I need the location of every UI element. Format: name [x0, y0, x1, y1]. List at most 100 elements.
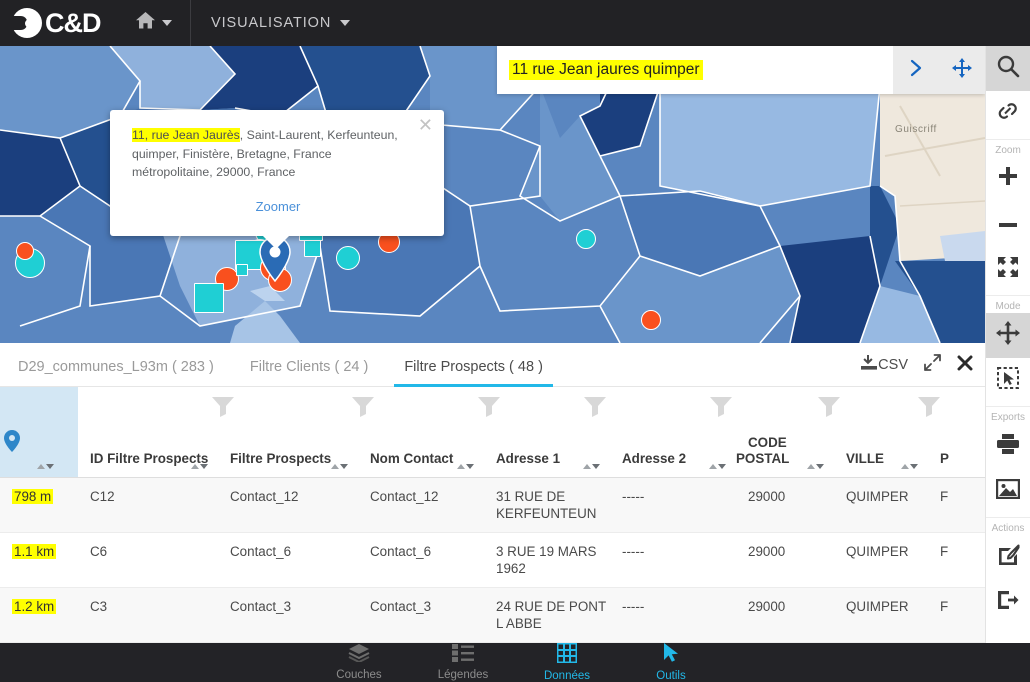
cell-adresse1: 3 RUE 19 MARS 1962 — [484, 532, 610, 588]
zoom-out-icon — [997, 216, 1019, 234]
popup-zoom-link[interactable]: Zoomer — [132, 199, 424, 214]
search-input[interactable]: 11 rue Jean jaures quimper — [497, 46, 893, 94]
csv-export-button[interactable]: CSV — [860, 354, 908, 376]
sort-toggle[interactable] — [191, 463, 208, 469]
app-logo[interactable]: C&D — [0, 8, 118, 38]
bottom-nav-legendes[interactable]: Légendes — [428, 644, 498, 681]
layers-icon — [348, 644, 370, 667]
csv-export-icon — [860, 354, 878, 376]
close-icon[interactable]: ✕ — [418, 116, 433, 134]
map-popup[interactable]: ✕ 11, rue Jean Jaurès, Saint-Laurent, Ke… — [110, 110, 444, 249]
column-code-postal[interactable]: CODE POSTAL — [736, 387, 840, 478]
sort-toggle[interactable] — [457, 463, 474, 469]
column-id-filtre-prospects[interactable]: ID Filtre Prospects — [78, 387, 234, 478]
table-row[interactable]: 1.2 km C3 Contact_3 Contact_3 24 RUE DE … — [0, 587, 985, 643]
column-label: ID Filtre Prospects — [90, 450, 209, 466]
toolbar-print-button[interactable] — [986, 424, 1030, 469]
toolbar-pan-mode-button[interactable] — [985, 313, 1030, 358]
sort-toggle[interactable] — [331, 463, 348, 469]
pan-mode-icon — [996, 321, 1020, 350]
toolbar-edit-button[interactable] — [986, 535, 1030, 580]
bottom-nav-couches[interactable]: Couches — [324, 644, 394, 681]
cell-pays: F — [928, 587, 985, 643]
map-marker-cyan-circle[interactable] — [576, 229, 596, 249]
link-icon — [996, 99, 1020, 128]
toolbar-select-box-button[interactable] — [986, 358, 1030, 403]
cell-cp: 29000 — [736, 587, 834, 643]
toolbar-image-export-button[interactable] — [986, 469, 1030, 514]
cursor-tools-icon — [661, 643, 681, 668]
cell-ville: QUIMPER — [834, 532, 928, 588]
map-marker-cyan-square[interactable] — [236, 264, 248, 276]
column-label: P — [940, 450, 949, 466]
table-row[interactable]: 798 m C12 Contact_12 Contact_12 31 RUE D… — [0, 477, 985, 533]
close-panel-button[interactable] — [957, 355, 973, 376]
logout-icon — [996, 589, 1020, 616]
chevron-down-icon — [162, 20, 172, 26]
pan-move-icon[interactable] — [951, 57, 972, 83]
home-menu-button[interactable] — [118, 0, 190, 46]
csv-export-label: CSV — [878, 357, 908, 373]
sort-toggle[interactable] — [709, 463, 726, 469]
table-row[interactable]: 1.1 km C6 Contact_6 Contact_6 3 RUE 19 M… — [0, 532, 985, 588]
column-label: Adresse 1 — [496, 450, 561, 466]
column-adresse-2[interactable]: Adresse 2 — [610, 387, 736, 478]
column-distance[interactable] — [0, 387, 78, 478]
tab-filtre-clients[interactable]: Filtre Clients ( 24 ) — [232, 359, 386, 386]
column-filtre-prospects[interactable]: Filtre Prospects — [218, 387, 374, 478]
cell-filtre: Contact_6 — [218, 532, 358, 588]
print-icon — [996, 433, 1020, 460]
filter-icon[interactable] — [584, 397, 606, 420]
cell-adresse2: ----- — [610, 477, 736, 533]
toolbar-zoom-in-button[interactable] — [986, 157, 1030, 202]
column-adresse-1[interactable]: Adresse 1 — [484, 387, 610, 478]
sort-toggle[interactable] — [37, 463, 54, 469]
popup-address-highlight: 11, rue Jean Jaurès — [132, 128, 240, 142]
cell-filtre: Contact_3 — [218, 587, 358, 643]
toolbar-logout-button[interactable] — [986, 580, 1030, 625]
bottom-nav-label: Outils — [656, 670, 686, 682]
table-header-row: ID Filtre Prospects Filtre Prospects Nom… — [0, 387, 985, 478]
data-panel-tabs: D29_communes_L93m ( 283 ) Filtre Clients… — [0, 343, 985, 387]
sort-toggle[interactable] — [901, 463, 918, 469]
column-pays[interactable]: P — [928, 387, 985, 478]
cell-id: C12 — [78, 477, 218, 533]
chevron-right-icon[interactable] — [907, 59, 925, 82]
map-marker-orange-circle[interactable] — [641, 310, 661, 330]
map-marker-cyan-square[interactable] — [304, 240, 321, 257]
tab-filtre-prospects[interactable]: Filtre Prospects ( 48 ) — [386, 359, 561, 387]
search-actions — [893, 46, 985, 94]
popup-address: 11, rue Jean Jaurès, Saint-Laurent, Kerf… — [132, 126, 404, 182]
sort-toggle[interactable] — [583, 463, 600, 469]
toolbar-group-actions: Actions — [985, 517, 1030, 535]
sort-toggle[interactable] — [807, 463, 824, 469]
map-marker-cyan-square[interactable] — [194, 283, 224, 313]
expand-icon — [924, 354, 941, 376]
expand-panel-button[interactable] — [924, 354, 941, 376]
table-header: ID Filtre Prospects Filtre Prospects Nom… — [0, 387, 985, 478]
bottom-nav-outils[interactable]: Outils — [636, 643, 706, 682]
cell-ville: QUIMPER — [834, 477, 928, 533]
pin-icon — [4, 429, 20, 455]
column-label: Adresse 2 — [622, 450, 687, 466]
column-nom-contact[interactable]: Nom Contact — [358, 387, 500, 478]
menu-visualisation[interactable]: VISUALISATION — [191, 0, 370, 46]
cell-ville: QUIMPER — [834, 587, 928, 643]
filter-icon[interactable] — [710, 397, 732, 420]
column-ville[interactable]: VILLE — [834, 387, 940, 478]
map-marker-orange-circle[interactable] — [16, 242, 34, 260]
toolbar-zoom-out-button[interactable] — [986, 202, 1030, 247]
zoom-extent-icon — [996, 255, 1020, 284]
map-marker-cyan-circle[interactable] — [336, 246, 360, 270]
search-icon — [996, 54, 1020, 83]
cell-distance: 1.2 km — [0, 587, 78, 643]
tab-communes[interactable]: D29_communes_L93m ( 283 ) — [0, 359, 232, 386]
toolbar-zoom-extent-button[interactable] — [986, 247, 1030, 292]
toolbar-search-button[interactable] — [985, 46, 1030, 91]
select-box-icon — [996, 366, 1020, 395]
toolbar-link-button[interactable] — [986, 91, 1030, 136]
prospects-table: ID Filtre Prospects Filtre Prospects Nom… — [0, 387, 985, 643]
cell-distance: 798 m — [0, 477, 78, 533]
toolbar-group-zoom: Zoom — [985, 139, 1030, 157]
bottom-nav-donnees[interactable]: Données — [532, 642, 602, 682]
